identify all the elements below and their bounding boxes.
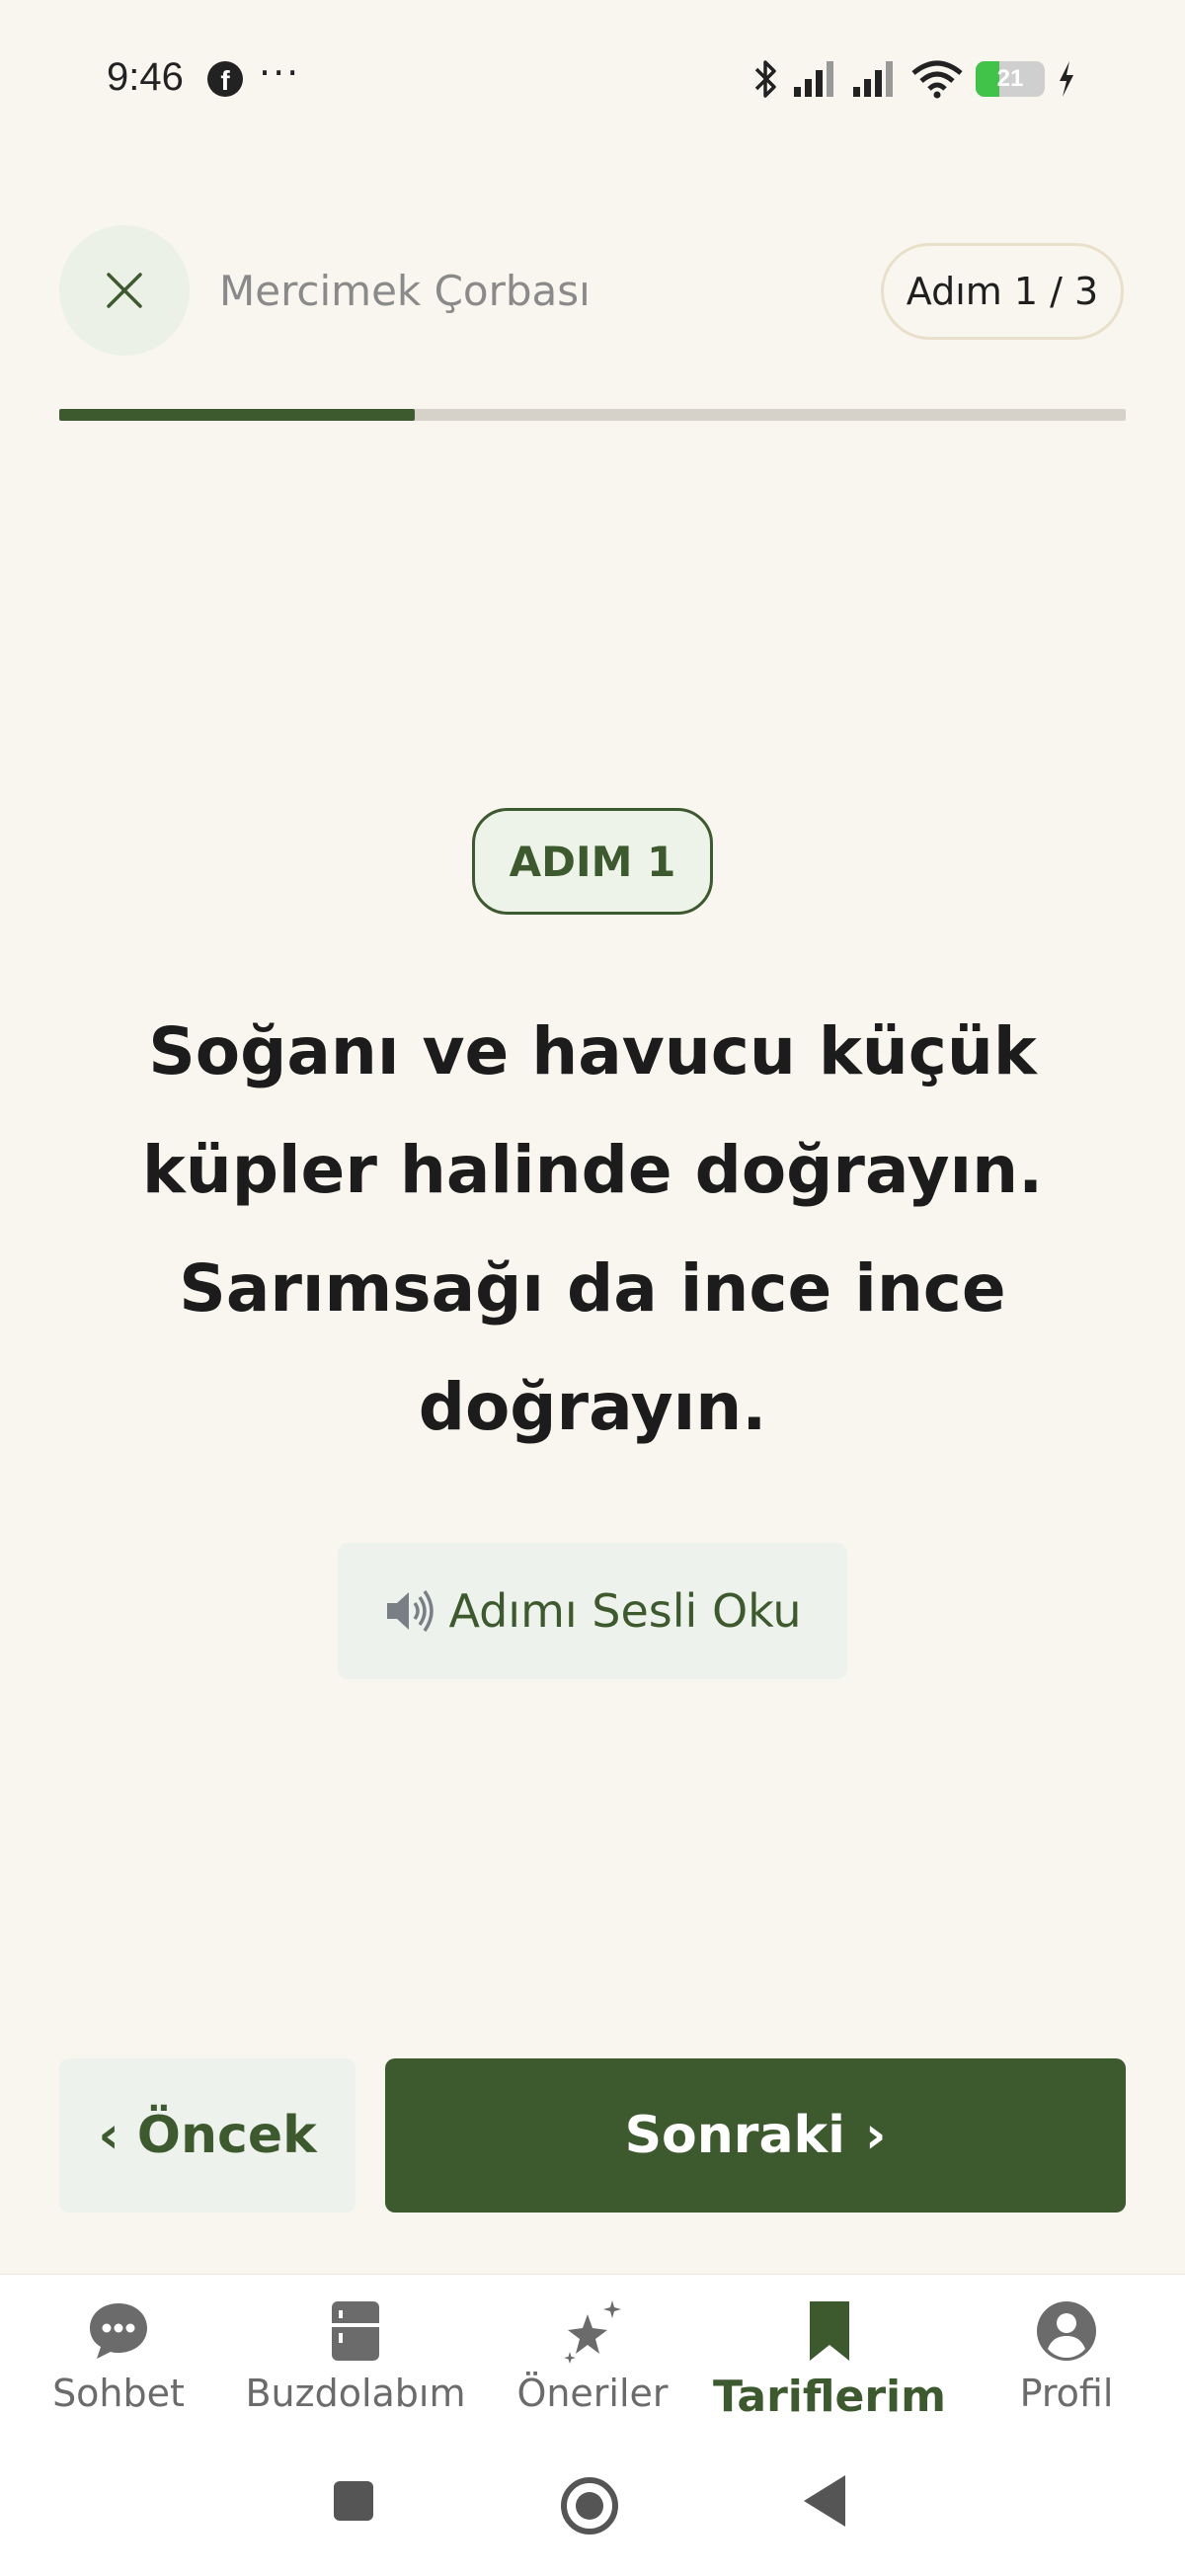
- tab-label: Öneriler: [516, 2372, 669, 2415]
- profile-icon: [1037, 2301, 1096, 2361]
- battery-level: 21: [996, 65, 1024, 92]
- next-step-label: Sonraki: [624, 2106, 845, 2165]
- recent-apps-button[interactable]: [332, 2479, 375, 2523]
- step-counter-badge: Adım 1 / 3: [881, 243, 1124, 340]
- recipe-title: Mercimek Çorbası: [219, 267, 591, 315]
- close-button[interactable]: [59, 225, 190, 356]
- bottom-tab-bar: Sohbet Buzdolabım Öneriler Tariflerim Pr…: [0, 2274, 1185, 2452]
- step-number-label: ADIM 1: [472, 808, 713, 915]
- sparkle-stars-icon: [564, 2300, 621, 2364]
- read-aloud-label: Adımı Sesli Oku: [448, 1584, 802, 1638]
- bluetooth-icon: [754, 60, 776, 98]
- wifi-icon: [911, 60, 963, 99]
- system-navigation-bar: [0, 2452, 1185, 2576]
- status-bar: 9:46 f ··· 21: [0, 0, 1185, 158]
- read-aloud-button[interactable]: Adımı Sesli Oku: [338, 1543, 847, 1679]
- step-instruction-text: Soğanı ve havucu küçük küpler halinde do…: [141, 1013, 1044, 1445]
- tab-profil[interactable]: Profil: [988, 2275, 1146, 2453]
- chevron-left-icon: ‹: [98, 2106, 119, 2165]
- status-time: 9:46: [107, 55, 184, 99]
- step-progress-fill: [59, 409, 415, 421]
- previous-step-label: Öncek: [136, 2106, 317, 2165]
- bookmark-icon: [810, 2301, 849, 2361]
- tab-label: Buzdolabım: [245, 2372, 466, 2415]
- tab-label: Profil: [1019, 2372, 1114, 2415]
- tab-tariflerim[interactable]: Tariflerim: [713, 2275, 946, 2453]
- signal-icon: [853, 61, 893, 97]
- close-icon: [107, 273, 142, 308]
- tab-label: Sohbet: [52, 2372, 185, 2415]
- battery-icon: 21: [976, 61, 1045, 97]
- tab-buzdolabim[interactable]: Buzdolabım: [242, 2275, 469, 2453]
- tab-oneriler[interactable]: Öneriler: [504, 2275, 681, 2453]
- back-button[interactable]: [802, 2473, 847, 2529]
- previous-step-button[interactable]: ‹ Öncek: [59, 2058, 356, 2213]
- step-progress-bar: [59, 409, 1126, 421]
- speaker-icon: [387, 1589, 434, 1633]
- home-button[interactable]: [559, 2475, 620, 2536]
- fridge-icon: [332, 2301, 379, 2361]
- status-icons: 21: [750, 57, 1076, 101]
- chevron-right-icon: ›: [864, 2106, 887, 2165]
- more-notifications-icon: ···: [259, 51, 301, 95]
- tab-label: Tariflerim: [713, 2372, 946, 2422]
- signal-icon: [794, 61, 833, 97]
- chat-bubble-icon: [90, 2303, 147, 2359]
- facebook-notification-icon: f: [207, 61, 243, 97]
- charging-icon: [1060, 61, 1073, 97]
- tab-sohbet[interactable]: Sohbet: [40, 2275, 198, 2453]
- next-step-button[interactable]: Sonraki ›: [385, 2058, 1126, 2213]
